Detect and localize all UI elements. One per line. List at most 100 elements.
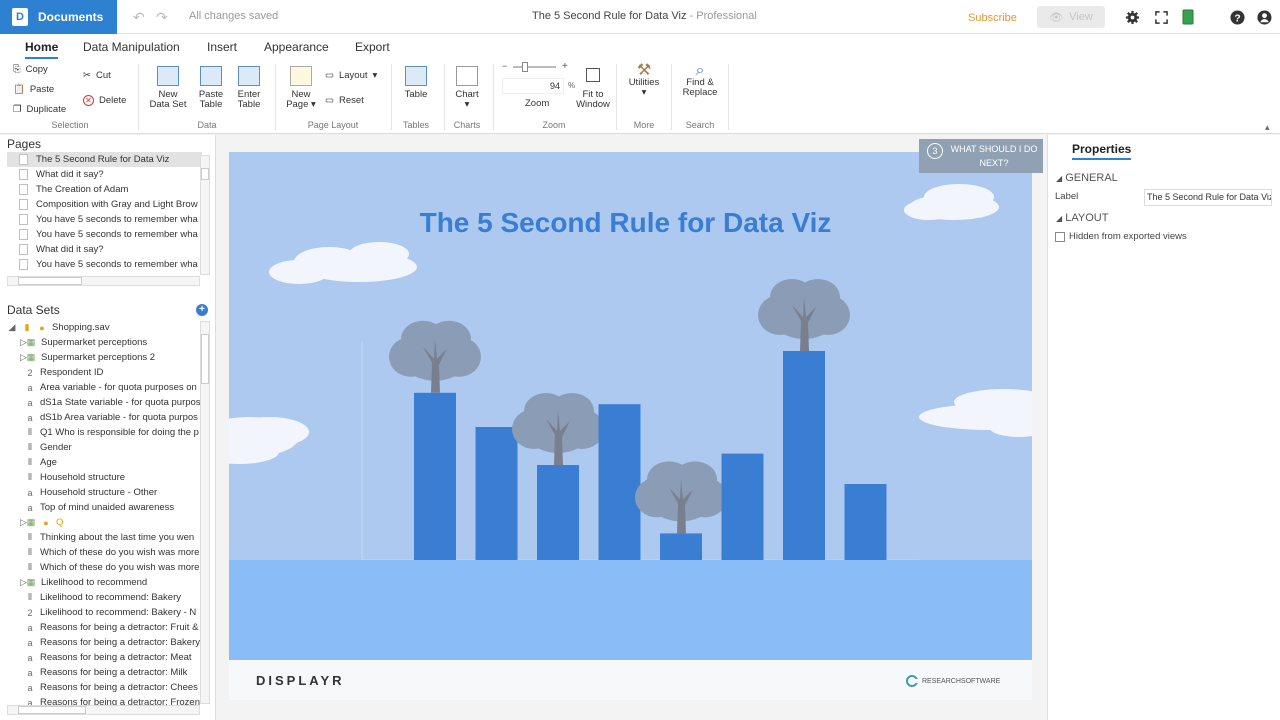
variable-item[interactable]: ⦀ Gender <box>25 440 200 455</box>
fit-to-window-button[interactable]: Fit to Window <box>573 68 613 110</box>
zoom-out-icon[interactable]: − <box>502 61 507 71</box>
variable-item[interactable]: ⦀ Age <box>25 455 200 470</box>
table-button[interactable]: Table <box>398 66 434 100</box>
variable-item[interactable]: ⦀ Household structure <box>25 470 200 485</box>
zoom-slider[interactable] <box>513 62 556 72</box>
step-number: 3 <box>927 143 943 159</box>
view-button[interactable]: 👁 View <box>1037 6 1105 28</box>
documents-button[interactable]: D Documents <box>0 0 117 34</box>
utilities-button[interactable]: ⚒ Utilities ▾ <box>624 63 664 98</box>
properties-panel: Properties ◢ GENERAL Label The 5 Second … <box>1047 135 1280 720</box>
hidden-from-export-checkbox[interactable]: Hidden from exported views <box>1055 231 1187 242</box>
variable-item[interactable]: ⦀ Which of these do you wish was more <box>25 560 200 575</box>
variable-item[interactable]: ⦀ Q1 Who is responsible for doing the p <box>25 425 200 440</box>
variable-set-item[interactable]: ▷ ▦ ● Q <box>20 515 195 530</box>
divider <box>728 64 729 130</box>
variable-set-item[interactable]: ▷ ▦ Supermarket perceptions <box>20 335 195 350</box>
layout-button[interactable]: ▭ Layout ▾ <box>325 70 377 81</box>
variable-item[interactable]: ⦀ Likelihood to recommend: Bakery <box>25 590 200 605</box>
variable-item[interactable]: ⦀ Which of these do you wish was more <box>25 545 200 560</box>
displayr-logo: DISPLAYR <box>256 673 345 688</box>
bars <box>389 279 887 560</box>
properties-title[interactable]: Properties <box>1072 142 1132 160</box>
group-data: Data <box>197 120 217 130</box>
find-replace-button[interactable]: ⌕ Find & Replace <box>680 63 720 98</box>
copy-button[interactable]: ⎘ Copy <box>13 64 48 75</box>
page-icon <box>19 259 28 270</box>
general-section[interactable]: ◢ GENERAL <box>1056 172 1118 184</box>
undo-icon[interactable]: ↶ <box>133 9 145 26</box>
variable-item[interactable]: 2 Likelihood to recommend: Bakery - N <box>25 605 200 620</box>
pages-scrollbar[interactable] <box>200 155 210 275</box>
variable-set-item[interactable]: ▷ ▦ Likelihood to recommend <box>20 575 195 590</box>
enter-table-button[interactable]: Enter Table <box>229 66 269 110</box>
chevron-down-icon: ▾ <box>372 70 378 81</box>
variable-item[interactable]: a Reasons for being a detractor: Chees <box>25 680 200 695</box>
expand-icon[interactable]: ◢ <box>7 322 17 333</box>
chart-button[interactable]: Chart ▾ <box>449 66 485 110</box>
checkbox-box[interactable] <box>1055 231 1065 242</box>
page-list-item[interactable]: You have 5 seconds to remember wha <box>7 212 202 227</box>
delete-button[interactable]: ✕ Delete <box>83 95 126 106</box>
tab-insert[interactable]: Insert <box>207 40 237 54</box>
variable-item[interactable]: a dS1a State variable - for quota purpos <box>25 395 200 410</box>
zoom-input[interactable]: 94 <box>502 78 564 94</box>
page-list-item[interactable]: You have 5 seconds to remember wha <box>7 257 202 272</box>
variable-item[interactable]: a Area variable - for quota purposes on <box>25 380 200 395</box>
new-page-button[interactable]: New Page ▾ <box>283 66 319 110</box>
paste-icon: 📋 <box>13 84 25 95</box>
pages-hscrollbar[interactable] <box>7 276 200 286</box>
reset-button[interactable]: ▭ Reset <box>325 95 364 106</box>
page-list-item[interactable]: You have 5 seconds to remember wha <box>7 227 202 242</box>
variable-item[interactable]: a Reasons for being a detractor: Bakery <box>25 635 200 650</box>
tab-appearance[interactable]: Appearance <box>264 40 329 54</box>
label-input[interactable]: The 5 Second Rule for Data Viz <box>1144 189 1272 206</box>
variable-set-item[interactable]: ▷ ▦ Supermarket perceptions 2 <box>20 350 195 365</box>
variable-item[interactable]: 2 Respondent ID <box>25 365 200 380</box>
plan-name: Professional <box>696 10 757 22</box>
variable-item[interactable]: a Reasons for being a detractor: Meat <box>25 650 200 665</box>
collapse-ribbon-icon[interactable]: ▴ <box>1265 122 1270 133</box>
tab-home[interactable]: Home <box>25 40 59 59</box>
gear-icon[interactable] <box>1123 8 1141 26</box>
enter-table-icon <box>238 66 260 86</box>
paste-table-button[interactable]: Paste Table <box>191 66 231 110</box>
fullscreen-icon[interactable] <box>1152 8 1170 26</box>
page-list-item[interactable]: What did it say? <box>7 242 202 257</box>
what-next-button[interactable]: 3 WHAT SHOULD I DO NEXT? <box>919 139 1043 173</box>
datasets-hscrollbar[interactable] <box>7 705 200 715</box>
subscribe-link[interactable]: Subscribe <box>968 12 1017 24</box>
page-list-item[interactable]: Composition with Gray and Light Brow <box>7 197 202 212</box>
variable-item[interactable]: a Reasons for being a detractor: Fruit & <box>25 620 200 635</box>
dataset-file[interactable]: ◢ ▮ ● Shopping.sav <box>7 320 182 335</box>
add-data-set-icon[interactable]: + <box>196 304 208 316</box>
page-list-item[interactable]: The 5 Second Rule for Data Viz <box>7 152 202 167</box>
new-data-set-button[interactable]: New Data Set <box>148 66 188 110</box>
page-list-item[interactable]: The Creation of Adam <box>7 182 202 197</box>
variable-item[interactable]: a Household structure - Other <box>25 485 200 500</box>
variable-item[interactable]: a dS1b Area variable - for quota purpos <box>25 410 200 425</box>
zoom-in-icon[interactable]: + <box>562 61 568 72</box>
tab-data-manipulation[interactable]: Data Manipulation <box>83 40 180 54</box>
account-icon[interactable] <box>1255 8 1273 26</box>
help-icon[interactable]: ? <box>1228 8 1246 26</box>
group-search: Search <box>685 120 715 130</box>
variable-item[interactable]: a Top of mind unaided awareness <box>25 500 200 515</box>
paste-button[interactable]: 📋 Paste <box>13 84 54 95</box>
tab-export[interactable]: Export <box>355 40 390 54</box>
table-icon <box>405 66 427 86</box>
slide[interactable]: The 5 Second Rule for Data Viz DISPLAYR … <box>229 152 1032 700</box>
group-page-layout: Page Layout <box>307 120 359 130</box>
datasets-scrollbar[interactable] <box>200 321 210 704</box>
redo-icon[interactable]: ↷ <box>156 9 168 26</box>
chart-bar <box>844 484 887 560</box>
group-more: More <box>633 120 655 130</box>
duplicate-button[interactable]: ❐ Duplicate <box>13 104 66 115</box>
divider <box>275 64 276 130</box>
variable-item[interactable]: ⦀ Thinking about the last time you wen <box>25 530 200 545</box>
layout-section[interactable]: ◢ LAYOUT <box>1056 212 1108 224</box>
page-list-item[interactable]: What did it say? <box>7 167 202 182</box>
variable-item[interactable]: a Reasons for being a detractor: Milk <box>25 665 200 680</box>
battery-icon[interactable] <box>1179 8 1197 26</box>
cut-button[interactable]: ✂ Cut <box>83 70 111 81</box>
